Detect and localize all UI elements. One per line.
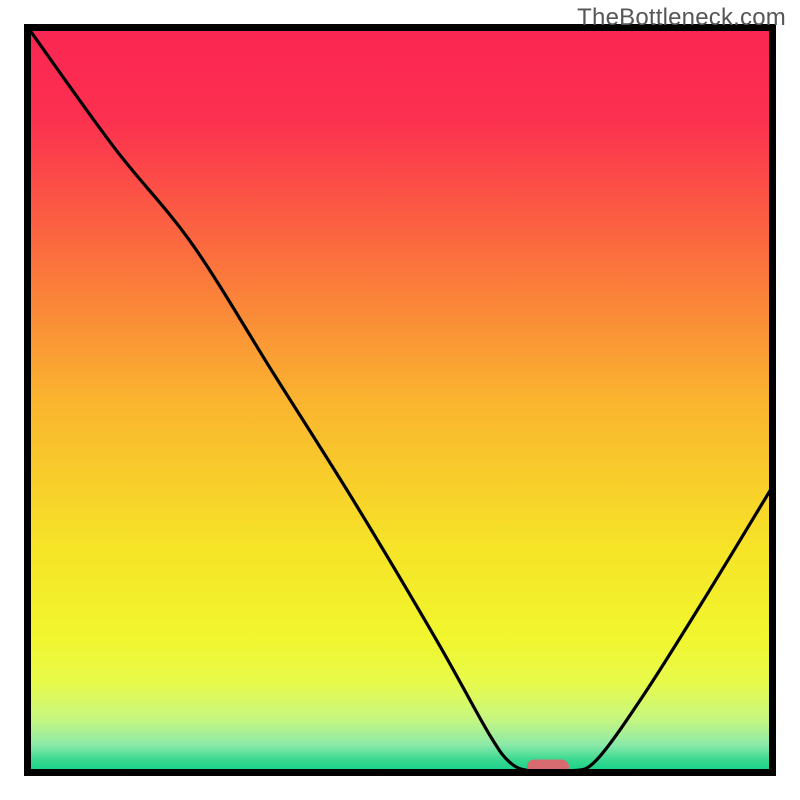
plot-area — [29, 29, 771, 771]
watermark-text: TheBottleneck.com — [577, 4, 786, 32]
optimal-marker — [527, 759, 569, 771]
chart-frame: TheBottleneck.com — [0, 0, 800, 800]
bottleneck-curve — [29, 29, 771, 771]
